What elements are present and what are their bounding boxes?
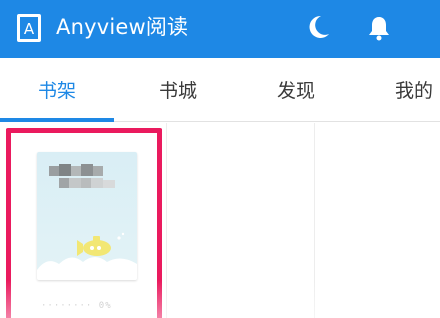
tab-label: 书城 — [158, 80, 197, 102]
active-tab-indicator — [0, 118, 114, 122]
app-bar: A Anyview阅读 — [0, 0, 440, 58]
book-cover — [37, 152, 137, 280]
tab-bookshelf[interactable]: 书架 — [0, 58, 114, 122]
svg-text:A: A — [24, 20, 35, 38]
bookshelf-grid: ········ 0% — [0, 123, 440, 318]
grid-divider — [314, 123, 315, 318]
bell-icon[interactable] — [366, 14, 392, 42]
progress-dots: ········ — [41, 301, 93, 311]
tab-discover[interactable]: 发现 — [236, 58, 356, 122]
grid-divider — [166, 123, 167, 318]
tab-label: 发现 — [276, 80, 315, 102]
tab-bar: 书架 书城 发现 我的 — [0, 58, 440, 122]
tab-label: 书架 — [37, 80, 76, 102]
tab-mine[interactable]: 我的 — [354, 58, 440, 122]
moon-icon[interactable] — [306, 14, 330, 40]
tab-bookstore[interactable]: 书城 — [118, 58, 238, 122]
app-logo-icon: A — [17, 14, 41, 42]
reading-progress: ········ 0% — [41, 301, 112, 311]
book-cover-art — [37, 164, 137, 280]
progress-percent: 0% — [98, 301, 112, 311]
app-title: Anyview阅读 — [56, 15, 189, 39]
tab-label: 我的 — [394, 80, 433, 102]
book-item[interactable]: ········ 0% — [6, 128, 162, 318]
